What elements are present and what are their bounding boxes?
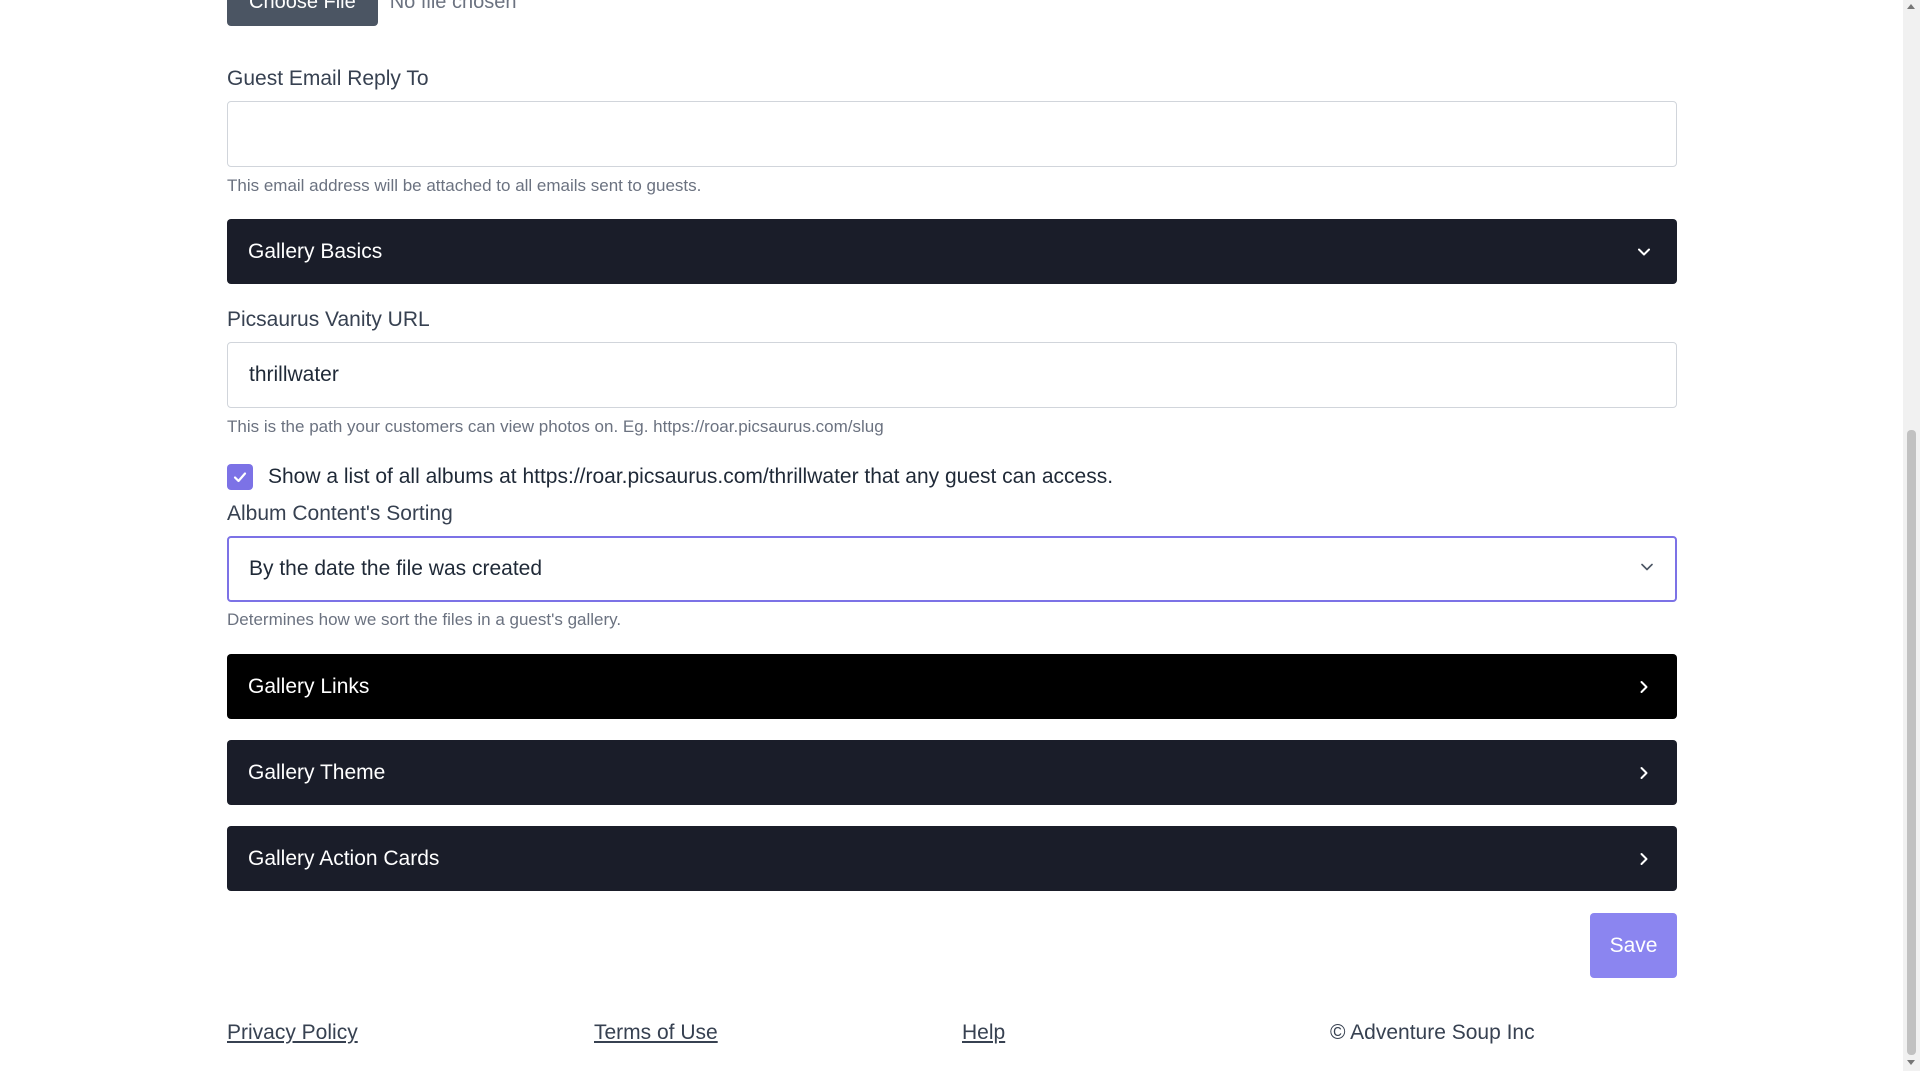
guest-email-label: Guest Email Reply To — [227, 67, 429, 90]
section-gallery-theme-title: Gallery Theme — [248, 760, 386, 784]
section-gallery-theme[interactable]: Gallery Theme — [227, 740, 1677, 805]
sorting-select[interactable]: By the date the file was created — [227, 536, 1677, 602]
guest-email-help: This email address will be attached to a… — [227, 176, 702, 195]
footer-copyright: © Adventure Soup Inc — [1330, 1021, 1535, 1044]
sorting-help: Determines how we sort the files in a gu… — [227, 610, 622, 629]
album-list-option: Show a list of all albums at https://roa… — [227, 464, 1113, 490]
section-gallery-basics-title: Gallery Basics — [248, 239, 383, 263]
album-list-checkbox[interactable] — [227, 464, 253, 490]
scroll-down-icon[interactable] — [1907, 1060, 1915, 1065]
scrollbar-thumb[interactable] — [1907, 430, 1916, 1055]
chevron-right-icon — [1632, 675, 1656, 699]
section-gallery-action-cards[interactable]: Gallery Action Cards — [227, 826, 1677, 891]
choose-file-button[interactable]: Choose File — [227, 0, 378, 26]
page: Choose File No file chosen Guest Email R… — [0, 0, 1920, 1071]
chevron-right-icon — [1632, 761, 1656, 785]
section-gallery-action-cards-title: Gallery Action Cards — [248, 846, 440, 870]
section-gallery-links[interactable]: Gallery Links — [227, 654, 1677, 719]
vanity-url-label: Picsaurus Vanity URL — [227, 308, 430, 331]
section-gallery-links-title: Gallery Links — [248, 674, 370, 698]
vertical-scrollbar[interactable] — [1903, 0, 1920, 1071]
section-gallery-basics[interactable]: Gallery Basics — [227, 219, 1677, 284]
save-button[interactable]: Save — [1590, 913, 1677, 978]
album-list-checkbox-label: Show a list of all albums at https://roa… — [268, 465, 1114, 488]
sorting-label: Album Content's Sorting — [227, 502, 453, 525]
check-icon — [233, 472, 247, 483]
chevron-down-icon — [1632, 240, 1656, 264]
guest-email-input[interactable] — [227, 101, 1677, 167]
footer-link-privacy[interactable]: Privacy Policy — [227, 1021, 358, 1045]
footer: Privacy Policy Terms of Use Help © Adven… — [227, 1021, 1677, 1051]
scroll-up-icon[interactable] — [1907, 4, 1915, 9]
sorting-selected-value: By the date the file was created — [249, 557, 543, 580]
footer-link-help[interactable]: Help — [962, 1021, 1005, 1045]
chevron-right-icon — [1632, 847, 1656, 871]
vanity-url-input[interactable]: thrillwater — [227, 342, 1677, 408]
chevron-down-icon — [1639, 557, 1655, 581]
file-status: No file chosen — [389, 0, 517, 13]
footer-link-terms[interactable]: Terms of Use — [594, 1021, 718, 1045]
vanity-url-help: This is the path your customers can view… — [227, 417, 884, 436]
file-upload-row: Choose File No file chosen — [227, 0, 516, 26]
